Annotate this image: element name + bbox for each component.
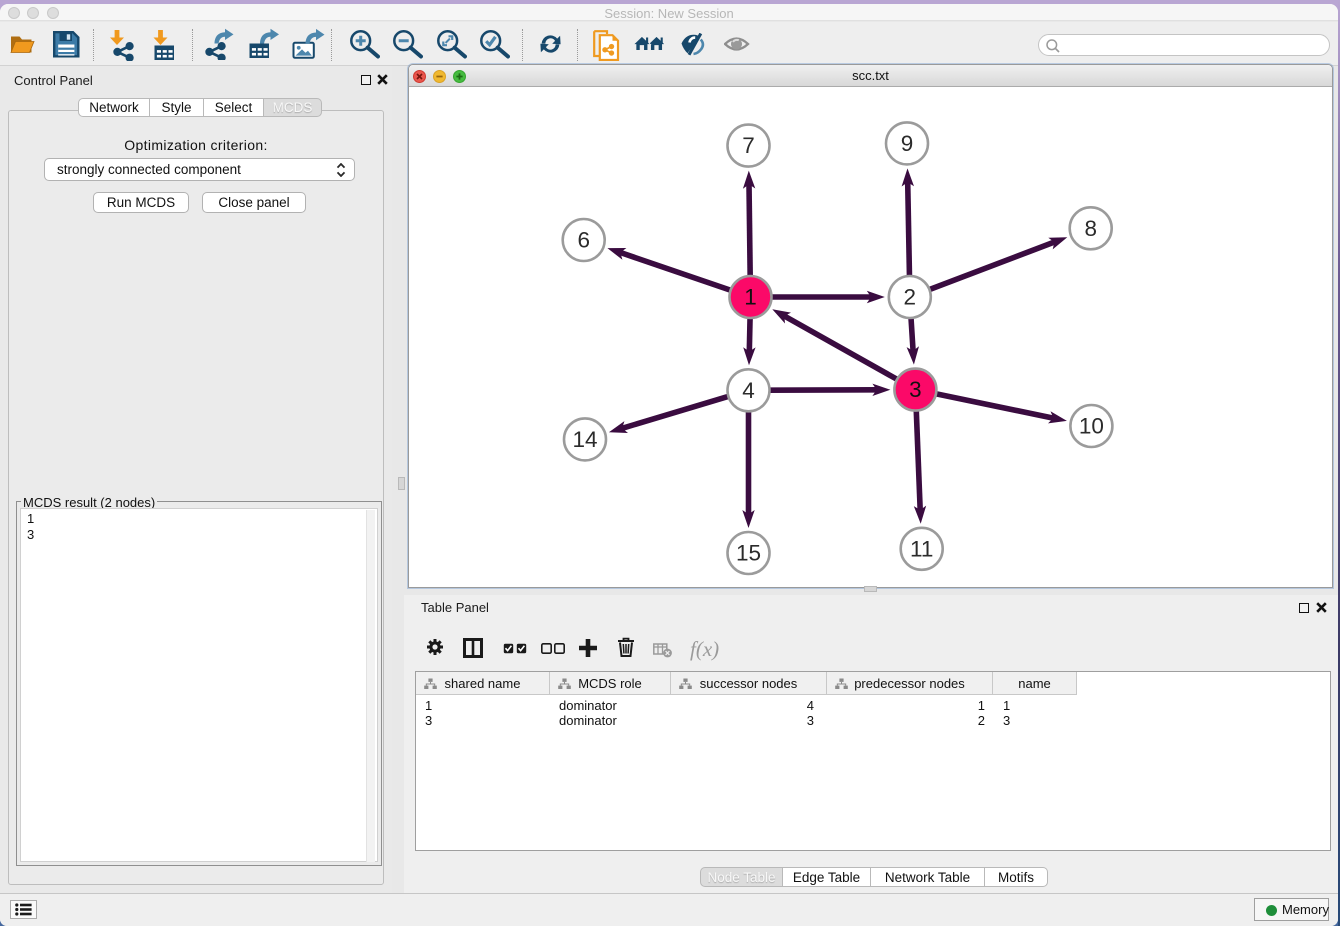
svg-text:2: 2 <box>904 285 917 310</box>
svg-text:1: 1 <box>744 285 757 310</box>
svg-text:7: 7 <box>742 133 755 158</box>
svg-text:10: 10 <box>1079 414 1104 439</box>
svg-text:15: 15 <box>736 541 761 566</box>
svg-text:4: 4 <box>742 378 755 403</box>
svg-text:11: 11 <box>910 536 933 561</box>
svg-text:9: 9 <box>901 131 914 156</box>
svg-text:3: 3 <box>909 377 922 402</box>
svg-text:8: 8 <box>1084 216 1097 241</box>
svg-text:6: 6 <box>577 228 590 253</box>
svg-text:14: 14 <box>572 427 597 452</box>
